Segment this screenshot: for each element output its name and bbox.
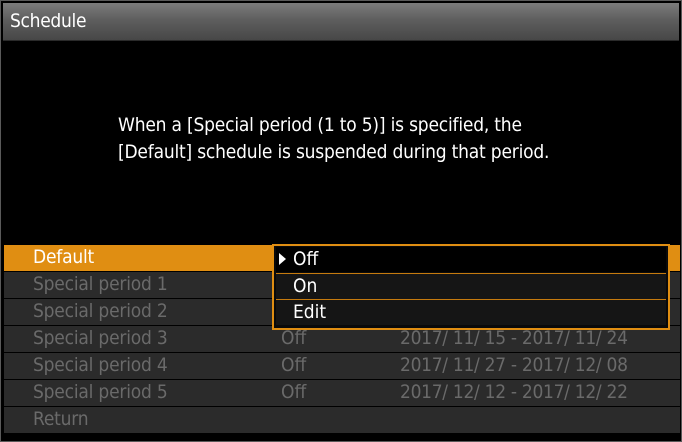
option-label: Off — [293, 248, 319, 270]
window-title: Schedule — [10, 10, 87, 32]
row-special-period-4[interactable]: Special period 4 Off 2017/ 11/ 27 - 2017… — [4, 353, 680, 379]
row-label: Default — [33, 246, 95, 268]
row-label: Special period 1 — [33, 273, 168, 295]
row-label: Return — [33, 408, 89, 430]
option-on[interactable]: On — [276, 274, 666, 300]
row-label: Special period 5 — [33, 381, 168, 403]
message-line-2: [Default] schedule is suspended during t… — [118, 141, 550, 163]
option-edit[interactable]: Edit — [276, 300, 666, 325]
row-special-period-5[interactable]: Special period 5 Off 2017/ 12/ 12 - 2017… — [4, 380, 680, 406]
row-state: Off — [281, 327, 307, 349]
title-bar: Schedule — [3, 3, 679, 41]
return-button[interactable]: Return — [4, 407, 680, 433]
message-line-1: When a [Special period (1 to 5)] is spec… — [118, 114, 522, 136]
schedule-window: Schedule When a [Special period (1 to 5)… — [0, 0, 682, 442]
state-dropdown[interactable]: Off On Edit — [272, 244, 670, 330]
info-message: When a [Special period (1 to 5)] is spec… — [118, 112, 638, 166]
row-label: Special period 2 — [33, 300, 168, 322]
option-off[interactable]: Off — [276, 247, 666, 274]
row-label: Special period 4 — [33, 354, 168, 376]
option-label: On — [293, 275, 318, 297]
option-label: Edit — [293, 301, 327, 323]
row-state: Off — [281, 381, 307, 403]
row-label: Special period 3 — [33, 327, 168, 349]
row-period: 2017/ 11/ 27 - 2017/ 12/ 08 — [400, 354, 628, 376]
row-period: 2017/ 12/ 12 - 2017/ 12/ 22 — [400, 381, 628, 403]
caret-right-icon — [279, 253, 286, 265]
row-state: Off — [281, 354, 307, 376]
row-period: 2017/ 11/ 15 - 2017/ 11/ 24 — [400, 327, 628, 349]
